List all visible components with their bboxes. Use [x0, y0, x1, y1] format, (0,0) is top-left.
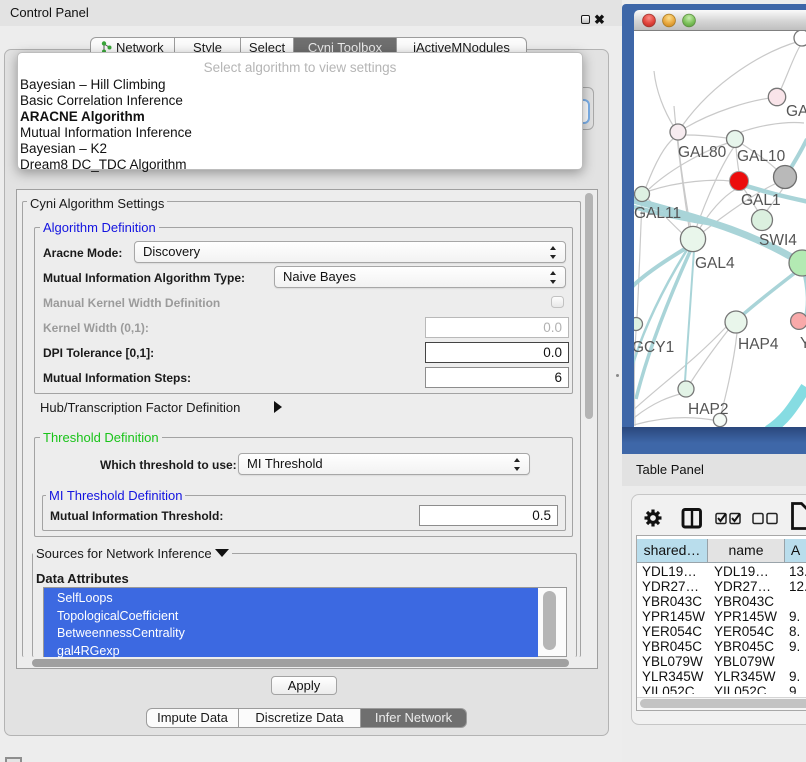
svg-text:GAL4: GAL4 — [695, 255, 735, 272]
svg-text:Y: Y — [800, 335, 806, 352]
svg-text:GAL80: GAL80 — [678, 144, 727, 161]
svg-text:GAL11: GAL11 — [634, 205, 681, 222]
svg-text:HAP2: HAP2 — [688, 401, 729, 418]
svg-text:GAL1: GAL1 — [741, 192, 781, 209]
svg-text:GAL2: GAL2 — [786, 103, 806, 120]
svg-text:GCY1: GCY1 — [634, 339, 674, 356]
svg-text:SWI4: SWI4 — [759, 232, 797, 249]
svg-text:GAL10: GAL10 — [737, 148, 786, 165]
svg-text:HAP4: HAP4 — [738, 336, 779, 353]
